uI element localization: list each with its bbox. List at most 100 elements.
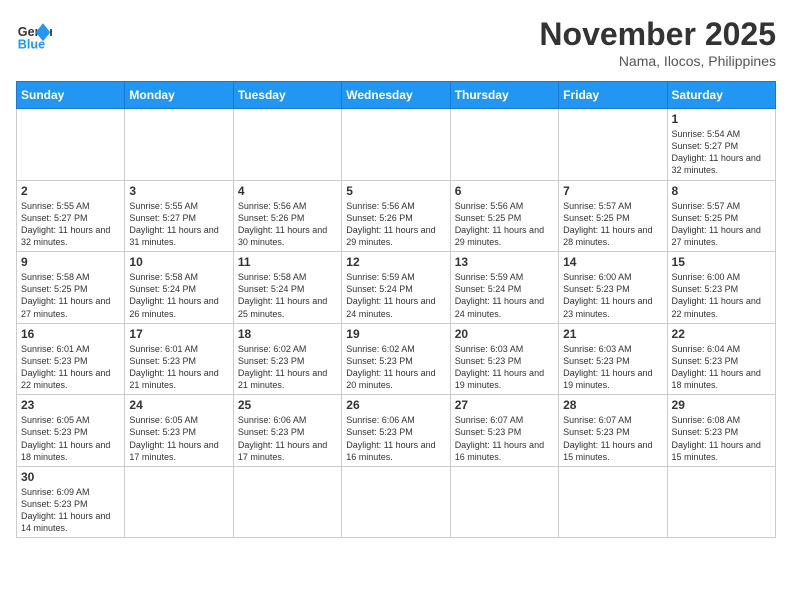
cell-content: Sunrise: 6:05 AMSunset: 5:23 PMDaylight:… — [21, 414, 120, 463]
calendar-cell: 17 Sunrise: 6:01 AMSunset: 5:23 PMDaylig… — [125, 323, 233, 395]
weekday-header-tuesday: Tuesday — [233, 82, 341, 109]
calendar-cell: 26 Sunrise: 6:06 AMSunset: 5:23 PMDaylig… — [342, 395, 450, 467]
calendar-cell: 9 Sunrise: 5:58 AMSunset: 5:25 PMDayligh… — [17, 252, 125, 324]
calendar-week-3: 9 Sunrise: 5:58 AMSunset: 5:25 PMDayligh… — [17, 252, 776, 324]
calendar-cell — [125, 109, 233, 181]
calendar-week-5: 23 Sunrise: 6:05 AMSunset: 5:23 PMDaylig… — [17, 395, 776, 467]
calendar-cell — [233, 109, 341, 181]
cell-content: Sunrise: 5:56 AMSunset: 5:25 PMDaylight:… — [455, 200, 554, 249]
calendar-cell — [450, 466, 558, 538]
cell-content: Sunrise: 6:08 AMSunset: 5:23 PMDaylight:… — [672, 414, 771, 463]
day-number: 20 — [455, 327, 554, 341]
calendar-cell: 2 Sunrise: 5:55 AMSunset: 5:27 PMDayligh… — [17, 180, 125, 252]
calendar-cell: 8 Sunrise: 5:57 AMSunset: 5:25 PMDayligh… — [667, 180, 775, 252]
calendar-cell: 16 Sunrise: 6:01 AMSunset: 5:23 PMDaylig… — [17, 323, 125, 395]
day-number: 25 — [238, 398, 337, 412]
calendar-cell: 22 Sunrise: 6:04 AMSunset: 5:23 PMDaylig… — [667, 323, 775, 395]
weekday-header-saturday: Saturday — [667, 82, 775, 109]
calendar-cell: 28 Sunrise: 6:07 AMSunset: 5:23 PMDaylig… — [559, 395, 667, 467]
day-number: 2 — [21, 184, 120, 198]
day-number: 30 — [21, 470, 120, 484]
calendar-cell — [559, 109, 667, 181]
day-number: 6 — [455, 184, 554, 198]
weekday-header-sunday: Sunday — [17, 82, 125, 109]
logo: General Blue — [16, 16, 52, 52]
calendar-cell: 6 Sunrise: 5:56 AMSunset: 5:25 PMDayligh… — [450, 180, 558, 252]
cell-content: Sunrise: 5:58 AMSunset: 5:25 PMDaylight:… — [21, 271, 120, 320]
header: General Blue November 2025 Nama, Ilocos,… — [16, 16, 776, 69]
calendar-week-6: 30 Sunrise: 6:09 AMSunset: 5:23 PMDaylig… — [17, 466, 776, 538]
calendar-cell: 13 Sunrise: 5:59 AMSunset: 5:24 PMDaylig… — [450, 252, 558, 324]
calendar-cell — [233, 466, 341, 538]
calendar-cell — [667, 466, 775, 538]
day-number: 23 — [21, 398, 120, 412]
logo-icon: General Blue — [16, 16, 52, 52]
cell-content: Sunrise: 5:54 AMSunset: 5:27 PMDaylight:… — [672, 128, 771, 177]
calendar-week-4: 16 Sunrise: 6:01 AMSunset: 5:23 PMDaylig… — [17, 323, 776, 395]
calendar-cell: 15 Sunrise: 6:00 AMSunset: 5:23 PMDaylig… — [667, 252, 775, 324]
cell-content: Sunrise: 6:06 AMSunset: 5:23 PMDaylight:… — [238, 414, 337, 463]
calendar-cell — [559, 466, 667, 538]
title-area: November 2025 Nama, Ilocos, Philippines — [539, 16, 776, 69]
cell-content: Sunrise: 6:02 AMSunset: 5:23 PMDaylight:… — [238, 343, 337, 392]
calendar-cell: 23 Sunrise: 6:05 AMSunset: 5:23 PMDaylig… — [17, 395, 125, 467]
cell-content: Sunrise: 5:57 AMSunset: 5:25 PMDaylight:… — [672, 200, 771, 249]
calendar-table: SundayMondayTuesdayWednesdayThursdayFrid… — [16, 81, 776, 538]
weekday-header-friday: Friday — [559, 82, 667, 109]
cell-content: Sunrise: 6:01 AMSunset: 5:23 PMDaylight:… — [21, 343, 120, 392]
day-number: 10 — [129, 255, 228, 269]
calendar-cell: 11 Sunrise: 5:58 AMSunset: 5:24 PMDaylig… — [233, 252, 341, 324]
cell-content: Sunrise: 6:02 AMSunset: 5:23 PMDaylight:… — [346, 343, 445, 392]
calendar-cell — [125, 466, 233, 538]
day-number: 17 — [129, 327, 228, 341]
cell-content: Sunrise: 5:59 AMSunset: 5:24 PMDaylight:… — [346, 271, 445, 320]
month-title: November 2025 — [539, 16, 776, 53]
weekday-header-thursday: Thursday — [450, 82, 558, 109]
calendar-cell: 7 Sunrise: 5:57 AMSunset: 5:25 PMDayligh… — [559, 180, 667, 252]
calendar-cell: 4 Sunrise: 5:56 AMSunset: 5:26 PMDayligh… — [233, 180, 341, 252]
day-number: 26 — [346, 398, 445, 412]
cell-content: Sunrise: 5:55 AMSunset: 5:27 PMDaylight:… — [129, 200, 228, 249]
calendar-week-2: 2 Sunrise: 5:55 AMSunset: 5:27 PMDayligh… — [17, 180, 776, 252]
calendar-cell: 5 Sunrise: 5:56 AMSunset: 5:26 PMDayligh… — [342, 180, 450, 252]
calendar-cell: 18 Sunrise: 6:02 AMSunset: 5:23 PMDaylig… — [233, 323, 341, 395]
cell-content: Sunrise: 6:06 AMSunset: 5:23 PMDaylight:… — [346, 414, 445, 463]
cell-content: Sunrise: 6:03 AMSunset: 5:23 PMDaylight:… — [563, 343, 662, 392]
cell-content: Sunrise: 5:56 AMSunset: 5:26 PMDaylight:… — [346, 200, 445, 249]
calendar-cell — [342, 466, 450, 538]
calendar-cell — [450, 109, 558, 181]
cell-content: Sunrise: 6:03 AMSunset: 5:23 PMDaylight:… — [455, 343, 554, 392]
location-title: Nama, Ilocos, Philippines — [539, 53, 776, 69]
day-number: 8 — [672, 184, 771, 198]
day-number: 12 — [346, 255, 445, 269]
cell-content: Sunrise: 5:56 AMSunset: 5:26 PMDaylight:… — [238, 200, 337, 249]
cell-content: Sunrise: 5:59 AMSunset: 5:24 PMDaylight:… — [455, 271, 554, 320]
weekday-header-wednesday: Wednesday — [342, 82, 450, 109]
day-number: 14 — [563, 255, 662, 269]
day-number: 24 — [129, 398, 228, 412]
calendar-cell: 29 Sunrise: 6:08 AMSunset: 5:23 PMDaylig… — [667, 395, 775, 467]
calendar-cell: 25 Sunrise: 6:06 AMSunset: 5:23 PMDaylig… — [233, 395, 341, 467]
day-number: 5 — [346, 184, 445, 198]
weekday-header-row: SundayMondayTuesdayWednesdayThursdayFrid… — [17, 82, 776, 109]
calendar-cell: 21 Sunrise: 6:03 AMSunset: 5:23 PMDaylig… — [559, 323, 667, 395]
calendar-cell: 30 Sunrise: 6:09 AMSunset: 5:23 PMDaylig… — [17, 466, 125, 538]
calendar-cell: 1 Sunrise: 5:54 AMSunset: 5:27 PMDayligh… — [667, 109, 775, 181]
calendar-week-1: 1 Sunrise: 5:54 AMSunset: 5:27 PMDayligh… — [17, 109, 776, 181]
cell-content: Sunrise: 6:01 AMSunset: 5:23 PMDaylight:… — [129, 343, 228, 392]
calendar-cell: 24 Sunrise: 6:05 AMSunset: 5:23 PMDaylig… — [125, 395, 233, 467]
day-number: 28 — [563, 398, 662, 412]
calendar-cell — [17, 109, 125, 181]
calendar-cell: 10 Sunrise: 5:58 AMSunset: 5:24 PMDaylig… — [125, 252, 233, 324]
calendar-cell: 19 Sunrise: 6:02 AMSunset: 5:23 PMDaylig… — [342, 323, 450, 395]
day-number: 22 — [672, 327, 771, 341]
day-number: 13 — [455, 255, 554, 269]
cell-content: Sunrise: 6:09 AMSunset: 5:23 PMDaylight:… — [21, 486, 120, 535]
cell-content: Sunrise: 5:55 AMSunset: 5:27 PMDaylight:… — [21, 200, 120, 249]
day-number: 21 — [563, 327, 662, 341]
cell-content: Sunrise: 6:00 AMSunset: 5:23 PMDaylight:… — [563, 271, 662, 320]
cell-content: Sunrise: 6:00 AMSunset: 5:23 PMDaylight:… — [672, 271, 771, 320]
cell-content: Sunrise: 6:05 AMSunset: 5:23 PMDaylight:… — [129, 414, 228, 463]
calendar-cell: 20 Sunrise: 6:03 AMSunset: 5:23 PMDaylig… — [450, 323, 558, 395]
day-number: 3 — [129, 184, 228, 198]
